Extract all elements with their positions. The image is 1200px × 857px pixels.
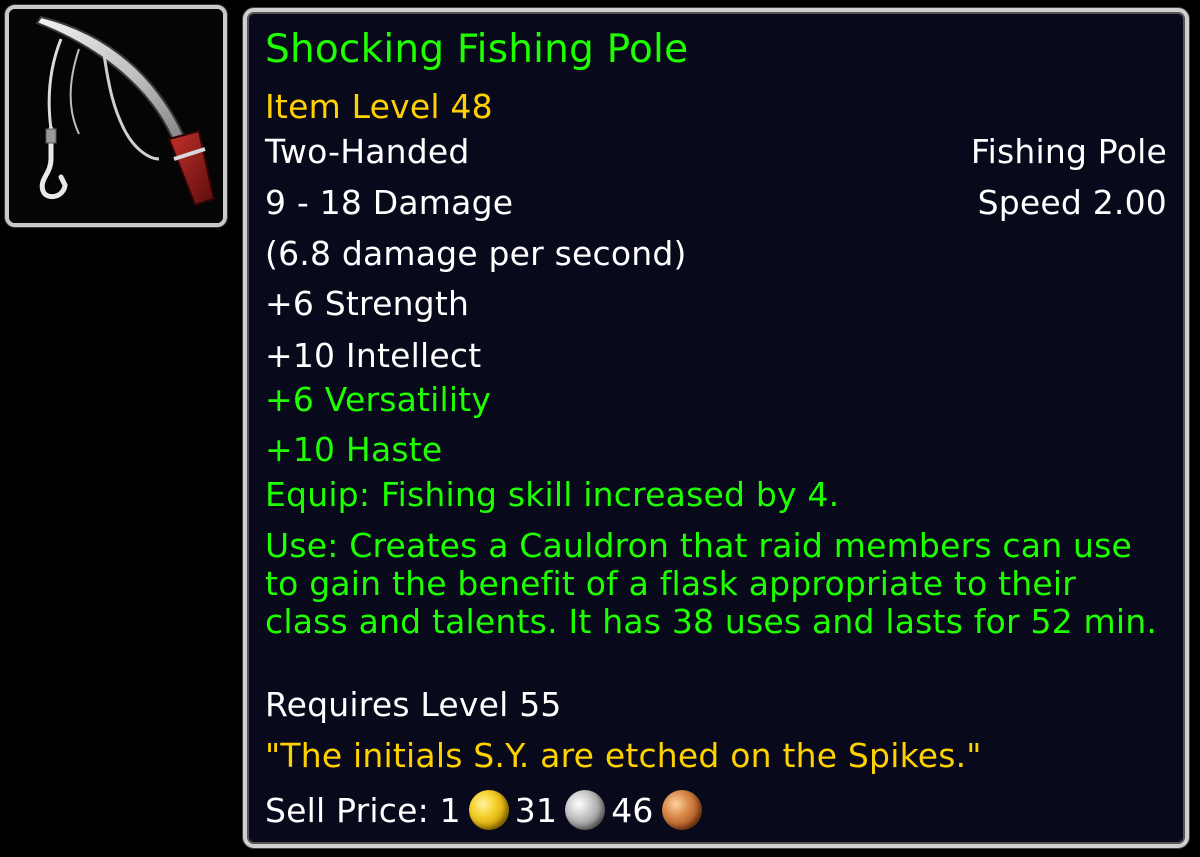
item-icon-frame[interactable] <box>5 5 227 227</box>
item-level: Item Level 48 <box>265 87 493 126</box>
damage-range: 9 - 18 Damage <box>265 183 514 222</box>
fishing-pole-icon <box>9 9 223 223</box>
stat-intellect: +10 Intellect <box>265 336 482 375</box>
damage-row: 9 - 18 Damage Speed 2.00 <box>265 184 1167 222</box>
stat-strength: +6 Strength <box>265 284 470 323</box>
item-name: Shocking Fishing Pole <box>265 27 689 72</box>
slot-row: Two-Handed Fishing Pole <box>265 133 1167 171</box>
slot-type: Two-Handed <box>265 132 470 171</box>
gold-amount: 1 <box>439 791 461 830</box>
flavor-text: "The initials S.Y. are etched on the Spi… <box>265 736 982 775</box>
silver-coin-icon <box>565 790 606 830</box>
copper-amount: 46 <box>611 791 654 830</box>
dps-text: (6.8 damage per second) <box>265 234 687 273</box>
copper-coin-icon <box>661 790 702 830</box>
equip-effect: Equip: Fishing skill increased by 4. <box>265 475 840 514</box>
item-tooltip: Shocking Fishing Pole Item Level 48 Two-… <box>243 8 1189 848</box>
weapon-speed: Speed 2.00 <box>977 183 1167 222</box>
sell-price-row: Sell Price: 1 31 46 <box>265 790 1167 830</box>
weapon-type: Fishing Pole <box>970 132 1167 171</box>
sell-price-label: Sell Price: <box>265 791 440 830</box>
use-effect: Use: Creates a Cauldron that raid member… <box>265 526 1158 641</box>
stat-versatility: +6 Versatility <box>265 380 492 419</box>
stat-haste: +10 Haste <box>265 430 443 469</box>
silver-amount: 31 <box>514 791 558 830</box>
gold-coin-icon <box>468 790 509 830</box>
required-level: Requires Level 55 <box>265 685 562 724</box>
